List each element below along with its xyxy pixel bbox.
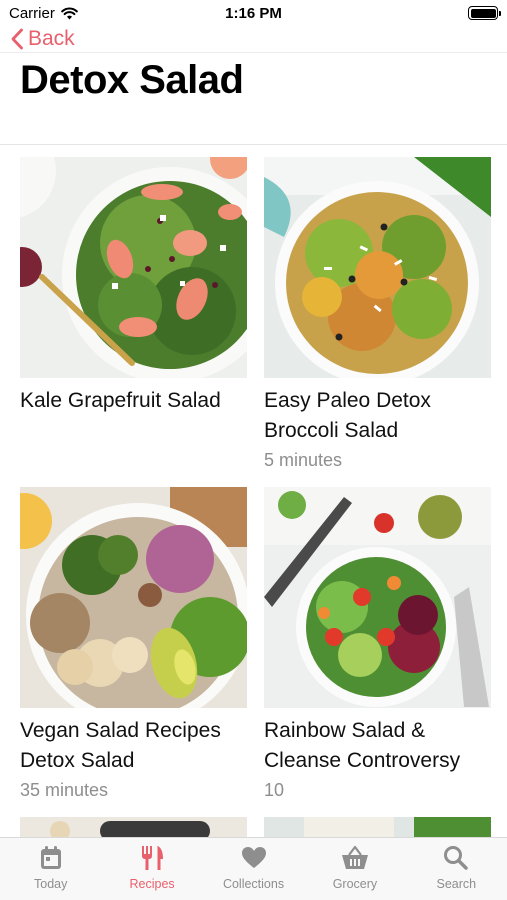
tab-label: Collections [222, 877, 285, 891]
recipe-image [264, 157, 491, 378]
nav-divider [0, 52, 507, 53]
tab-collections[interactable]: Collections [203, 838, 304, 900]
back-label: Back [28, 27, 75, 50]
recipe-title: Vegan Salad Recipes Detox Salad [20, 719, 221, 772]
search-icon [444, 846, 469, 870]
tab-bar: Today Recipes Collections Grocery Search [0, 837, 507, 900]
tab-today[interactable]: Today [0, 838, 101, 900]
recipe-image [264, 487, 491, 708]
back-button[interactable]: Back [10, 26, 75, 52]
chevron-left-icon [11, 28, 23, 50]
recipe-title: Easy Paleo Detox Broccoli Salad [264, 389, 431, 442]
recipe-image [20, 157, 247, 378]
recipe-card[interactable]: Easy Paleo Detox Broccoli Salad 5 minute… [264, 157, 491, 474]
status-bar: Carrier 1:16 PM [0, 0, 507, 26]
recipe-card[interactable]: Rainbow Salad & Cleanse Controversy 10 [264, 487, 491, 804]
recipe-duration: 5 minutes [264, 450, 343, 470]
page-title: Detox Salad [20, 58, 244, 102]
recipe-image [20, 487, 247, 708]
tab-label: Recipes [129, 877, 175, 891]
recipe-duration: 35 minutes [20, 780, 109, 800]
recipe-card[interactable]: Vegan Salad Recipes Detox Salad 35 minut… [20, 487, 247, 804]
tab-label: Grocery [332, 877, 378, 891]
tab-recipes[interactable]: Recipes [101, 838, 202, 900]
tab-search[interactable]: Search [406, 838, 507, 900]
section-divider [0, 144, 507, 145]
status-time: 1:16 PM [225, 5, 282, 22]
heart-icon [241, 847, 266, 868]
tab-grocery[interactable]: Grocery [304, 838, 405, 900]
recipe-title: Kale Grapefruit Salad [20, 389, 221, 412]
tab-label: Search [436, 877, 477, 891]
recipe-duration: 10 [264, 780, 285, 800]
basket-icon [341, 845, 368, 869]
tab-label: Today [34, 877, 68, 891]
recipe-title: Rainbow Salad & Cleanse Controversy [264, 719, 461, 772]
battery-icon [468, 6, 501, 20]
fork-knife-icon [142, 846, 164, 870]
recipe-card[interactable]: Kale Grapefruit Salad [20, 157, 247, 416]
calendar-icon [40, 846, 61, 869]
